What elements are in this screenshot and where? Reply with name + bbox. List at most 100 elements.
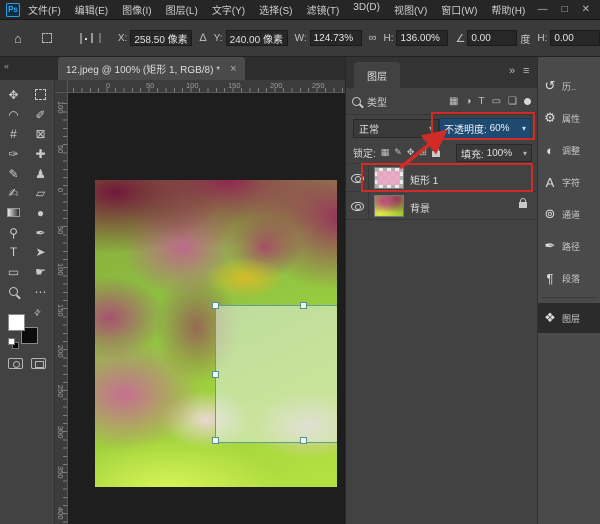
quick-selection-tool[interactable]: ✐ [27, 105, 54, 125]
type-layer-filter-icon[interactable]: T [478, 96, 484, 107]
document-tab[interactable]: 12.jpeg @ 100% (矩形 1, RGB/8) * × [58, 57, 245, 80]
minimize-button[interactable]: — [538, 4, 548, 15]
foreground-color-swatch[interactable] [8, 314, 25, 331]
transform-handle-middle-left[interactable] [212, 371, 219, 378]
healing-brush-tool[interactable]: ✚ [27, 144, 54, 164]
dock-item-history[interactable]: ↺ 历.. [538, 71, 600, 101]
link-dimensions-icon[interactable]: ∞ [369, 32, 377, 44]
w-input[interactable]: 124.73% [310, 30, 362, 46]
home-icon[interactable]: ⌂ [14, 31, 22, 46]
panel-collapse-icon[interactable]: » [509, 65, 515, 77]
panel-menu-icon[interactable]: ≡ [523, 65, 529, 77]
default-colors-icon[interactable] [8, 338, 15, 345]
layer-thumbnail[interactable] [374, 195, 404, 217]
dock-item-paragraph[interactable]: ¶ 段落 [538, 263, 600, 293]
dock-item-layers[interactable]: ❖ 图层 [538, 303, 600, 333]
vertical-ruler[interactable]: 100 50 0 50 100 150 200 250 300 350 400 [55, 93, 68, 524]
lock-transparent-pixels-icon[interactable]: ▦ [381, 147, 390, 158]
crop-tool[interactable]: # [0, 124, 27, 144]
quick-mask-button[interactable] [8, 358, 23, 369]
frame-tool[interactable]: ⊠ [27, 124, 54, 144]
layer-row-rectangle-1[interactable]: 矩形 1 [346, 164, 537, 192]
eye-icon[interactable] [351, 202, 364, 211]
toolbar-collapse-icon[interactable]: « [4, 61, 8, 71]
y-input[interactable]: 240.00 像素 [226, 30, 288, 46]
rectangular-marquee-tool[interactable] [27, 85, 54, 105]
lock-image-pixels-icon[interactable]: ✎ [394, 147, 402, 158]
rotation-input[interactable]: 0.00 [467, 30, 517, 46]
type-tool[interactable]: T [0, 243, 27, 263]
filter-type-dropdown[interactable]: 类型 [367, 94, 387, 109]
menu-edit[interactable]: 编辑(E) [75, 2, 108, 17]
horizontal-ruler[interactable]: 0 50 100 150 200 250 [68, 80, 345, 93]
history-brush-tool[interactable]: ✍ [0, 183, 27, 203]
screen-mode-button[interactable] [31, 358, 46, 369]
adjustment-layer-filter-icon[interactable]: ◑ [465, 96, 471, 107]
reference-point-widget[interactable] [80, 33, 82, 44]
transform-handle-bottom-middle[interactable] [300, 437, 307, 444]
swap-colors-icon[interactable]: ⇄ [32, 307, 43, 318]
blend-mode-select[interactable]: 正常 ▾ [353, 119, 439, 138]
dock-item-properties[interactable]: ⚙ 属性 [538, 103, 600, 133]
dock-item-character[interactable]: A 字符 [538, 167, 600, 197]
move-tool[interactable]: ✥ [0, 85, 27, 105]
transform-handle-bottom-left[interactable] [212, 437, 219, 444]
layer-name[interactable]: 背景 [410, 200, 430, 215]
path-selection-tool[interactable]: ➤ [27, 243, 54, 263]
edit-toolbar-button[interactable]: ⋯ [27, 282, 54, 302]
menu-layer[interactable]: 图层(L) [166, 2, 198, 17]
pixel-layer-filter-icon[interactable]: ▦ [449, 96, 458, 107]
relative-position-icon[interactable]: Δ [199, 32, 206, 44]
visibility-cell[interactable] [346, 164, 369, 192]
menu-image[interactable]: 图像(I) [122, 2, 151, 17]
menu-3d[interactable]: 3D(D) [353, 2, 380, 17]
skew-h-input[interactable]: 0.00 [550, 30, 600, 46]
opacity-control[interactable]: 不透明度: 60% ▾ [439, 118, 531, 139]
dock-item-adjustments[interactable]: ◐ 调整 [538, 135, 600, 165]
blur-tool[interactable]: ● [27, 203, 54, 223]
layer-name[interactable]: 矩形 1 [410, 172, 438, 187]
gradient-tool[interactable] [0, 203, 27, 223]
fill-control[interactable]: 填充: 100% ▾ [456, 144, 532, 162]
canvas-image[interactable] [95, 180, 337, 487]
dock-item-paths[interactable]: ✒ 路径 [538, 231, 600, 261]
clone-stamp-tool[interactable]: ♟ [27, 164, 54, 184]
brush-tool[interactable]: ✎ [0, 164, 27, 184]
lock-all-icon[interactable] [432, 151, 440, 157]
menu-help[interactable]: 帮助(H) [491, 2, 525, 17]
ruler-origin-corner[interactable] [55, 80, 68, 93]
pen-tool[interactable]: ✒ [27, 223, 54, 243]
dock-item-channels[interactable]: ⊚ 通道 [538, 199, 600, 229]
shape-layer-filter-icon[interactable]: ▭ [492, 96, 501, 107]
menu-filter[interactable]: 滤镜(T) [307, 2, 340, 17]
eye-icon[interactable] [351, 174, 364, 183]
eyedropper-tool[interactable]: ✑ [0, 144, 27, 164]
close-button[interactable]: ✕ [582, 4, 590, 15]
menu-type[interactable]: 文字(Y) [212, 2, 245, 17]
x-input[interactable]: 258.50 像素 [130, 30, 192, 46]
transform-tool-icon[interactable] [42, 31, 52, 46]
layers-panel-tab[interactable]: 图层 [354, 62, 400, 88]
maximize-button[interactable]: □ [562, 4, 568, 15]
dodge-tool[interactable]: ⚲ [0, 223, 27, 243]
stack-icon[interactable] [99, 33, 101, 43]
hand-tool[interactable]: ☛ [27, 262, 54, 282]
smart-object-filter-icon[interactable]: ❏ [508, 96, 517, 107]
menu-select[interactable]: 选择(S) [259, 2, 292, 17]
menu-view[interactable]: 视图(V) [394, 2, 427, 17]
visibility-cell[interactable] [346, 192, 369, 220]
eraser-tool[interactable]: ▱ [27, 183, 54, 203]
menu-file[interactable]: 文件(F) [28, 2, 61, 17]
h-input[interactable]: 136.00% [396, 30, 448, 46]
lasso-tool[interactable]: ◠ [0, 105, 27, 125]
layer-row-background[interactable]: 背景 [346, 192, 537, 220]
zoom-tool[interactable] [0, 282, 27, 302]
lock-artboard-icon[interactable]: ⊞ [419, 147, 427, 158]
layer-thumbnail[interactable] [374, 167, 404, 189]
tab-close-icon[interactable]: × [230, 63, 236, 75]
toggle-reference-icon[interactable] [91, 33, 93, 43]
transform-rectangle[interactable] [215, 305, 337, 443]
transform-handle-top-middle[interactable] [300, 302, 307, 309]
transform-handle-top-left[interactable] [212, 302, 219, 309]
rectangle-tool[interactable]: ▭ [0, 262, 27, 282]
